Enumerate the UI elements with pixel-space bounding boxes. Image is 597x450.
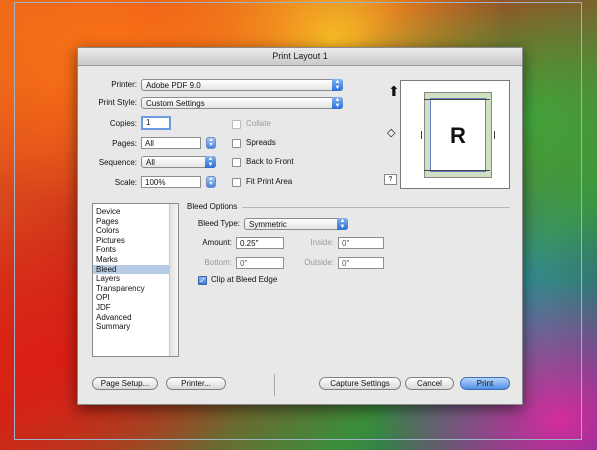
bleed-options-title: Bleed Options — [187, 202, 238, 211]
page-orientation-arrow-icon[interactable]: ⬆ — [388, 84, 400, 98]
page-preview: R — [400, 80, 510, 189]
bottom-field[interactable]: 0" — [236, 257, 284, 269]
list-item-marks[interactable]: Marks — [93, 255, 171, 265]
button-divider — [274, 374, 275, 396]
bleed-guide-left — [421, 131, 422, 139]
print-style-popup[interactable]: Custom Settings ▲ ▼ — [141, 97, 343, 109]
scale-field[interactable]: 100% — [141, 176, 201, 188]
bleed-guide-top — [424, 99, 490, 100]
cancel-button[interactable]: Cancel — [405, 377, 454, 390]
list-item-colors[interactable]: Colors — [93, 226, 171, 236]
bleed-guide-bottom — [424, 170, 490, 171]
sequence-popup[interactable]: All ▲ ▼ — [141, 156, 216, 168]
list-item-pages[interactable]: Pages — [93, 217, 171, 227]
list-item-summary[interactable]: Summary — [93, 322, 171, 332]
printer-button[interactable]: Printer... — [166, 377, 226, 390]
help-button[interactable]: ? — [384, 174, 397, 185]
amount-label: Amount: — [202, 238, 232, 247]
inside-field[interactable]: 0" — [338, 237, 384, 249]
outside-field[interactable]: 0" — [338, 257, 384, 269]
outside-label: Outside: — [304, 258, 334, 267]
spreads-label: Spreads — [246, 138, 276, 147]
list-item-layers[interactable]: Layers — [93, 274, 171, 284]
pages-stepper[interactable]: ▲ ▼ — [206, 137, 216, 149]
settings-category-list: Device Pages Colors Pictures Fonts Marks… — [92, 203, 179, 357]
bleed-type-popup[interactable]: Symmetric ▲ ▼ — [244, 218, 348, 230]
fit-print-area-label: Fit Print Area — [246, 177, 293, 186]
pages-label: Pages: — [112, 139, 137, 148]
list-item-advanced[interactable]: Advanced — [93, 313, 171, 323]
preview-page: R — [430, 98, 486, 172]
list-item-opi[interactable]: OPI — [93, 293, 171, 303]
list-item-transparency[interactable]: Transparency — [93, 284, 171, 294]
print-style-label: Print Style: — [98, 98, 137, 107]
list-item-pictures[interactable]: Pictures — [93, 236, 171, 246]
sequence-label: Sequence: — [98, 158, 137, 167]
popup-arrows-icon: ▲ ▼ — [332, 79, 343, 91]
back-to-front-label: Back to Front — [246, 157, 294, 166]
fit-print-area-checkbox[interactable] — [232, 178, 241, 187]
printer-label: Printer: — [111, 80, 137, 89]
window-title: Print Layout 1 — [78, 48, 522, 66]
print-dialog: Print Layout 1 Printer: Adobe PDF 9.0 ▲ ▼… — [77, 47, 523, 405]
scale-stepper[interactable]: ▲ ▼ — [206, 176, 216, 188]
paper-feed-icon[interactable]: ◇ — [387, 128, 395, 139]
bleed-guide-right — [494, 131, 495, 139]
spreads-checkbox[interactable] — [232, 139, 241, 148]
popup-arrows-icon: ▲ ▼ — [337, 218, 348, 230]
copies-field[interactable]: 1 — [141, 116, 171, 130]
preview-letter: R — [450, 123, 466, 148]
copies-label: Copies: — [109, 119, 137, 128]
page-setup-button[interactable]: Page Setup... — [92, 377, 158, 390]
bleed-type-label: Bleed Type: — [197, 219, 240, 228]
pages-field[interactable]: All — [141, 137, 201, 149]
list-item-bleed[interactable]: Bleed — [93, 264, 171, 275]
clip-at-bleed-edge-checkbox[interactable]: ✓ — [198, 276, 207, 285]
capture-settings-button[interactable]: Capture Settings — [319, 377, 401, 390]
bleed-type-value: Symmetric — [249, 220, 287, 229]
list-item-fonts[interactable]: Fonts — [93, 245, 171, 255]
collate-label: Collate — [246, 119, 271, 128]
print-style-value: Custom Settings — [146, 99, 205, 108]
preview-sheet: R — [421, 92, 495, 178]
list-item-jdf[interactable]: JDF — [93, 303, 171, 313]
bottom-label: Bottom: — [204, 258, 232, 267]
sequence-value: All — [146, 158, 155, 167]
amount-field[interactable]: 0.25" — [236, 237, 284, 249]
clip-at-bleed-edge-label: Clip at Bleed Edge — [211, 275, 278, 284]
popup-arrows-icon: ▲ ▼ — [205, 156, 216, 168]
list-item-device[interactable]: Device — [93, 207, 171, 217]
popup-arrows-icon: ▲ ▼ — [332, 97, 343, 109]
back-to-front-checkbox[interactable] — [232, 158, 241, 167]
bleed-options-group: Bleed Options Bleed Type: Symmetric ▲ ▼ A… — [184, 201, 512, 301]
printer-value: Adobe PDF 9.0 — [146, 81, 201, 90]
printer-popup[interactable]: Adobe PDF 9.0 ▲ ▼ — [141, 79, 343, 91]
print-button[interactable]: Print — [460, 377, 510, 390]
list-scrollbar[interactable] — [169, 204, 178, 356]
collate-checkbox[interactable] — [232, 120, 241, 129]
group-divider — [242, 207, 510, 208]
scale-label: Scale: — [114, 178, 137, 187]
inside-label: Inside: — [310, 238, 334, 247]
